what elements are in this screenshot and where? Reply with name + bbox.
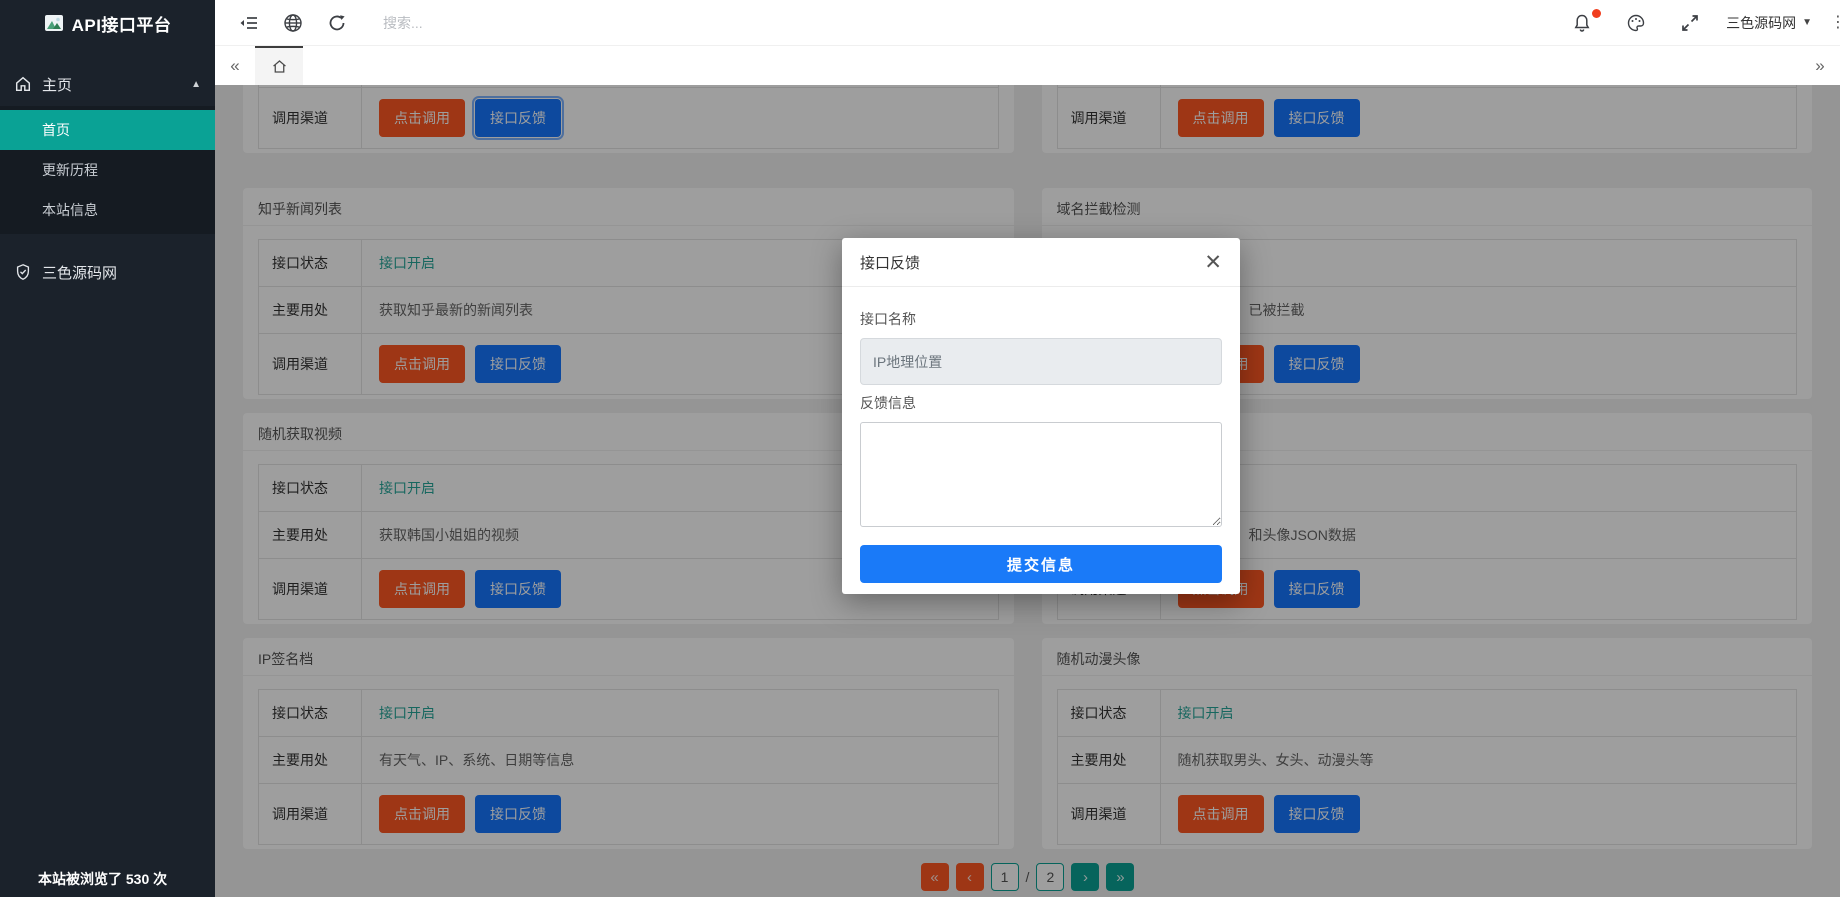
close-icon[interactable]: ✕ [1204,252,1222,273]
fullscreen-icon[interactable] [1680,13,1700,33]
sidebar-item-homepage[interactable]: 首页 [0,110,215,150]
api-name-field [860,338,1222,385]
notification-dot [1592,9,1601,18]
notifications-bell-icon[interactable] [1572,13,1592,33]
sidebar-item-site-info[interactable]: 本站信息 [0,190,215,230]
feedback-textarea[interactable] [860,422,1222,527]
feedback-label: 反馈信息 [860,393,1222,413]
shield-check-icon [14,263,32,281]
tabs-scroll-right[interactable]: » [1800,46,1840,85]
logo-image-icon [44,13,64,33]
sidebar-item-update-history[interactable]: 更新历程 [0,150,215,190]
api-name-label: 接口名称 [860,309,1222,329]
modal-header: 接口反馈 ✕ [842,238,1240,287]
home-tab-icon [271,58,288,75]
sidebar: API接口平台 主页 ▲ 首页 更新历程 本站信息 三色源码网 本站被浏览了 5… [0,0,215,897]
sidebar-item-label: 三色源码网 [42,262,117,283]
tabs-scroll-left[interactable]: « [215,46,255,85]
modal-body: 接口名称 反馈信息 提交信息 [842,287,1240,583]
submit-button[interactable]: 提交信息 [860,545,1222,583]
user-menu[interactable]: 三色源码网 ▼ [1726,13,1812,33]
sidebar-group-home[interactable]: 主页 ▲ [0,62,215,106]
topbar: 三色源码网 ▼ ⋮ [215,0,1840,45]
visit-counter: 本站被浏览了 530 次 [38,869,167,889]
feedback-modal: 接口反馈 ✕ 接口名称 反馈信息 提交信息 [842,238,1240,594]
refresh-icon[interactable] [327,13,347,33]
globe-icon[interactable] [283,13,303,33]
search-input[interactable] [383,15,703,31]
sidebar-group-label: 主页 [42,74,72,95]
app-title: API接口平台 [72,11,172,36]
more-menu-icon[interactable]: ⋮ [1830,20,1840,26]
theme-palette-icon[interactable] [1626,13,1646,33]
username-label: 三色源码网 [1726,13,1796,33]
sidebar-item-source-site[interactable]: 三色源码网 [0,250,215,294]
tab-home[interactable] [255,46,303,85]
tabbar: « » [215,45,1840,85]
logo: API接口平台 [0,0,215,46]
chevron-down-icon: ▼ [1802,17,1812,28]
chevron-up-icon: ▲ [191,79,201,90]
home-icon [14,75,32,93]
modal-title: 接口反馈 [860,252,920,273]
collapse-sidebar-icon[interactable] [239,13,259,33]
sidebar-submenu: 首页 更新历程 本站信息 [0,106,215,234]
